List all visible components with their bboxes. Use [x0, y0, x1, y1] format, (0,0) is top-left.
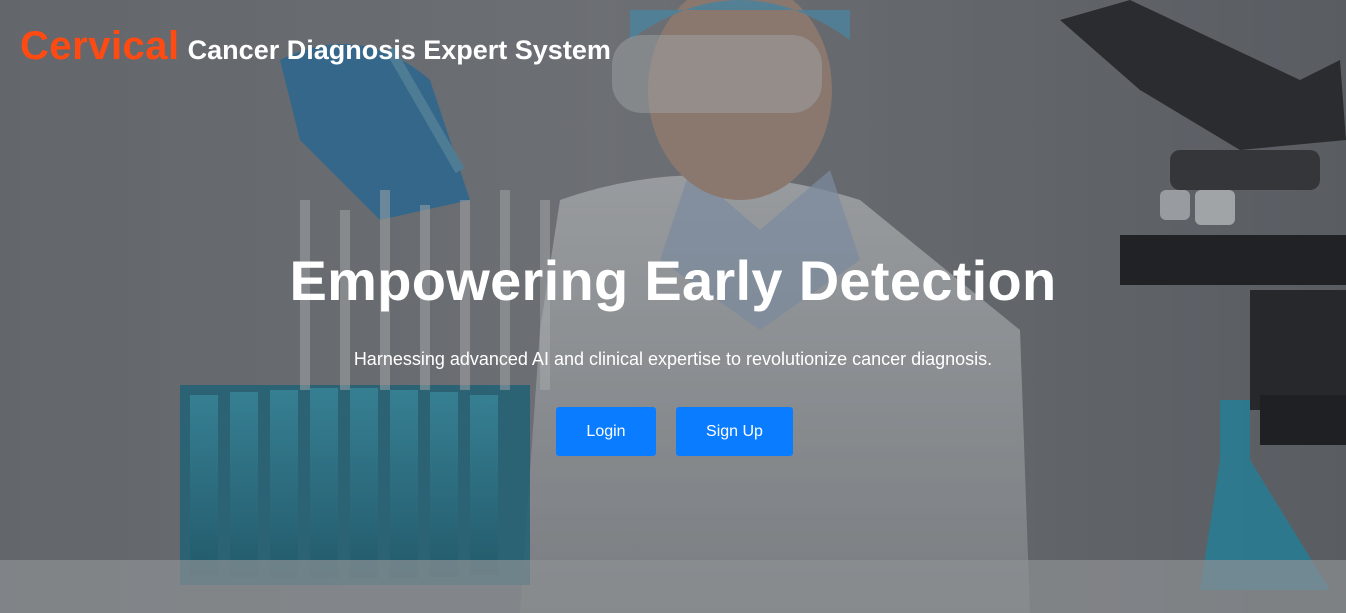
hero-actions: Login Sign Up	[556, 407, 793, 456]
brand-title-text: Cancer Diagnosis Expert System	[187, 35, 611, 65]
hero-subtitle: Harnessing advanced AI and clinical expe…	[353, 349, 993, 369]
hero-section: Cervical Cancer Diagnosis Expert System E…	[0, 0, 1346, 613]
login-button[interactable]: Login	[556, 407, 656, 456]
hero-headline: Empowering Early Detection	[289, 249, 1057, 312]
brand-logo[interactable]: Cervical Cancer Diagnosis Expert System	[20, 24, 611, 69]
signup-button[interactable]: Sign Up	[676, 407, 793, 456]
brand-accent-text: Cervical	[20, 24, 180, 68]
